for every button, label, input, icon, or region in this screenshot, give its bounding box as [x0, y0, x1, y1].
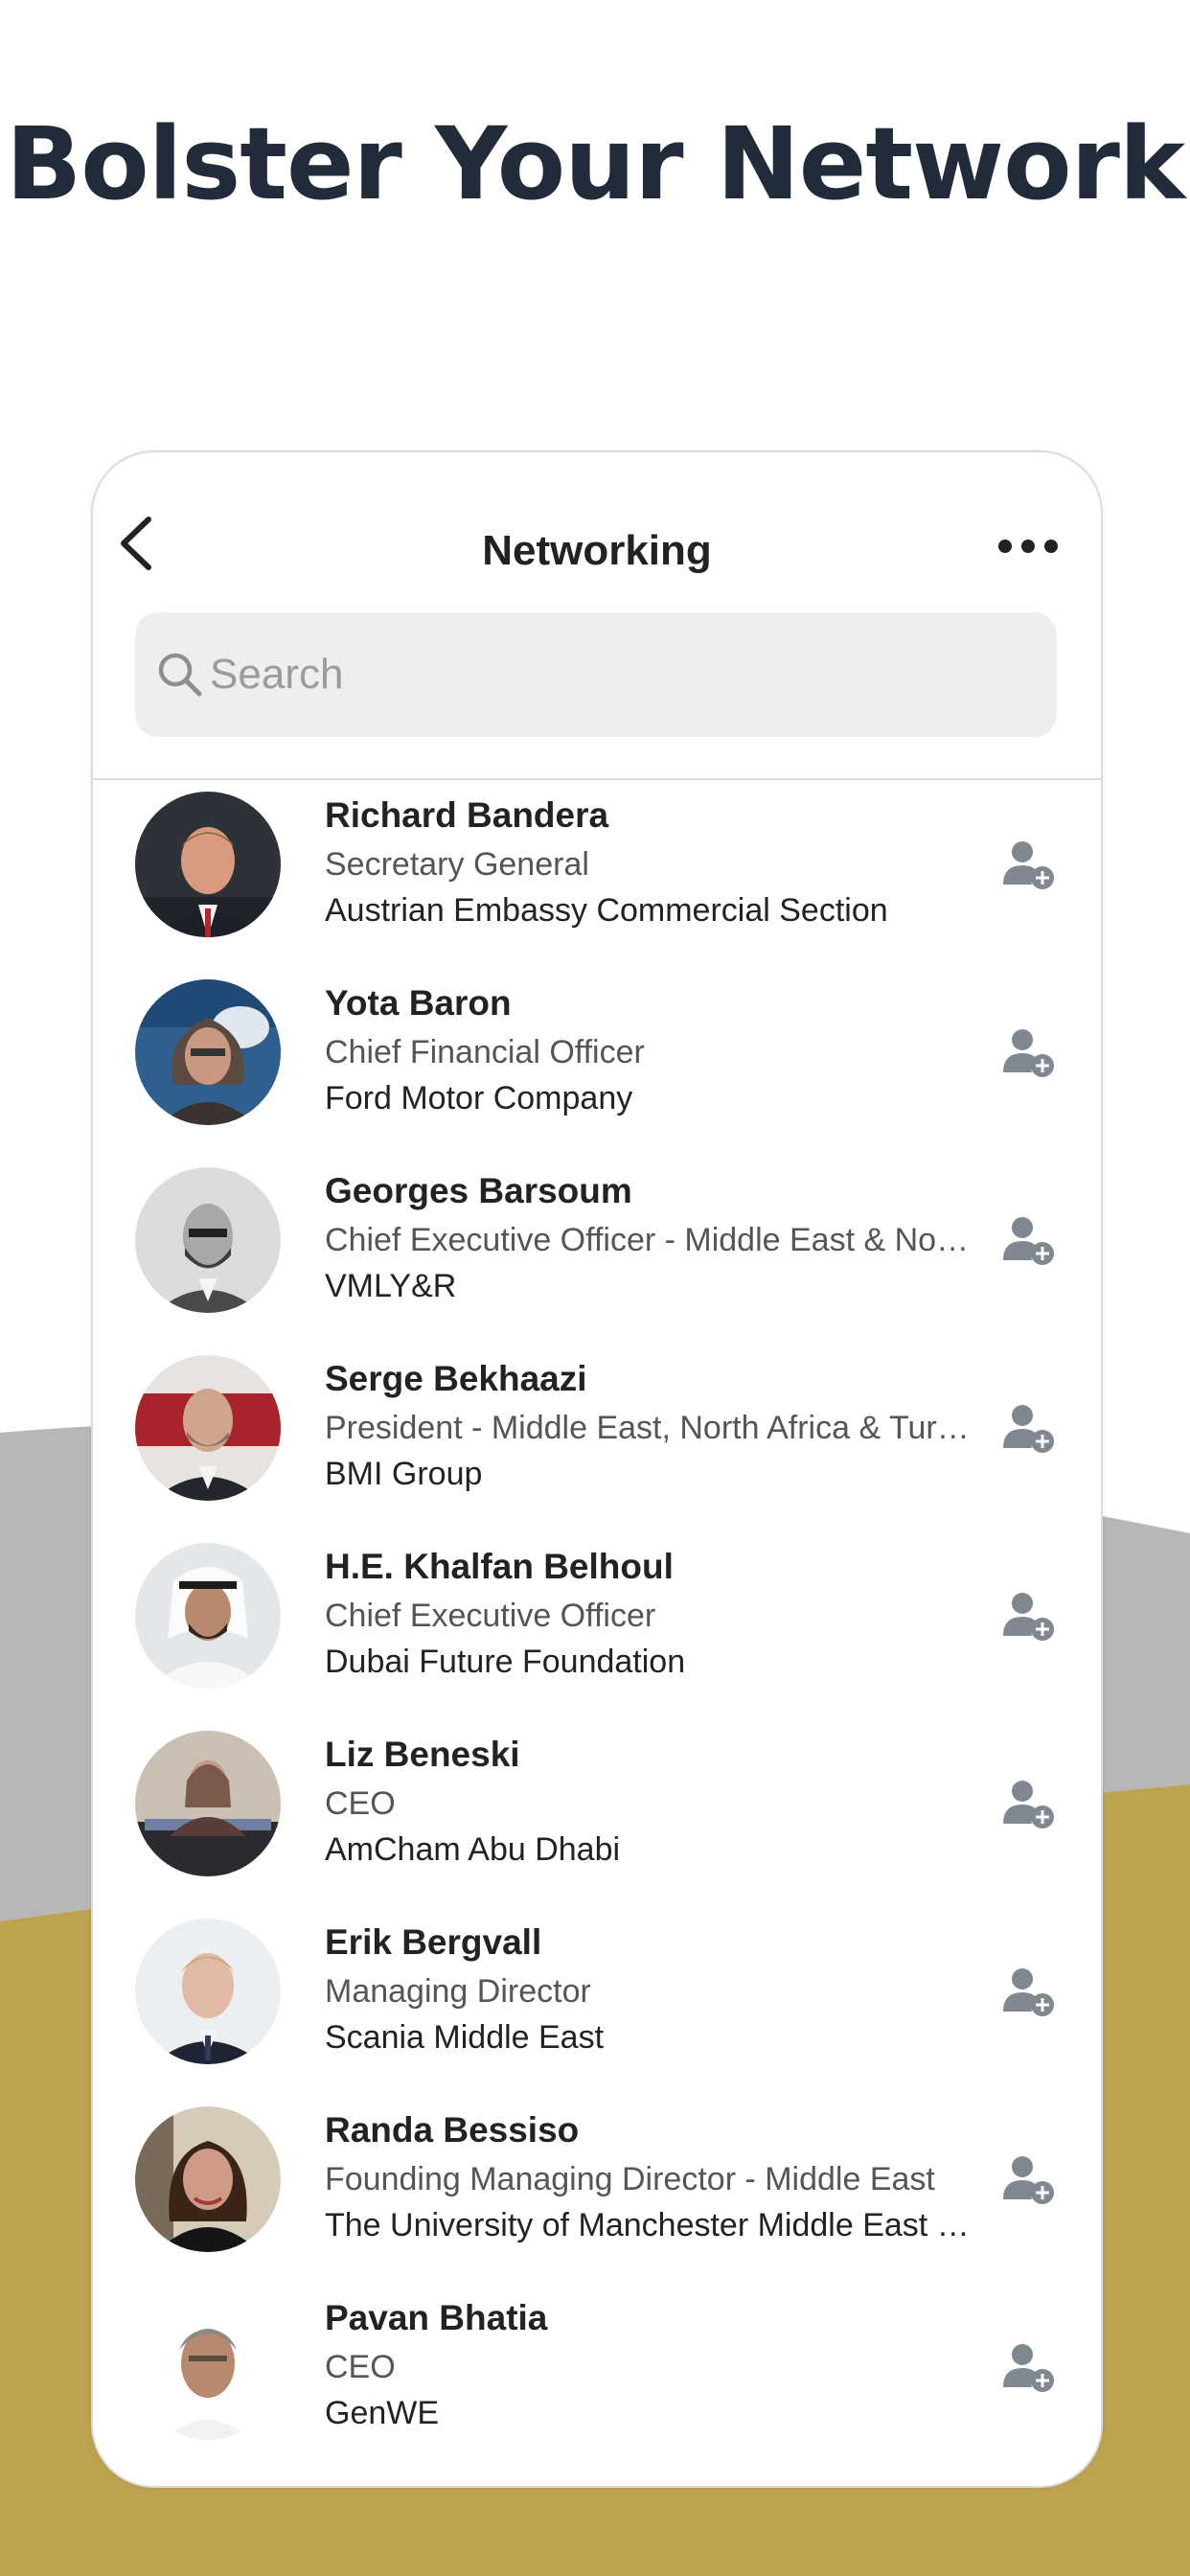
- contact-title: Chief Executive Officer: [325, 1598, 656, 1634]
- contact-list: Richard Bandera Secretary General Austri…: [93, 781, 1101, 2472]
- add-user-icon: [1003, 1593, 1054, 1641]
- add-contact-button[interactable]: [1003, 839, 1057, 892]
- contact-company: Ford Motor Company: [325, 1080, 633, 1116]
- nav-bar: Networking: [93, 452, 1101, 596]
- add-contact-button[interactable]: [1003, 1214, 1057, 1268]
- contact-company: Scania Middle East: [325, 2019, 605, 2056]
- contact-name: Serge Bekhaazi: [325, 1359, 587, 1398]
- add-user-icon: [1003, 1217, 1054, 1265]
- contact-row[interactable]: Serge Bekhaazi President - Middle East, …: [93, 1345, 1101, 1532]
- avatar: [135, 979, 281, 1125]
- avatar: [135, 1919, 281, 2064]
- page-headline: Bolster Your Network: [5, 105, 1185, 222]
- avatar: [135, 792, 281, 937]
- contact-title: CEO: [325, 1785, 396, 1822]
- avatar: [135, 2106, 281, 2252]
- page-title: Networking: [482, 527, 712, 574]
- contact-row[interactable]: Randa Bessiso Founding Managing Director…: [93, 2096, 1101, 2284]
- contact-row[interactable]: Erik Bergvall Managing Director Scania M…: [93, 1908, 1101, 2096]
- contact-title: Chief Financial Officer: [325, 1034, 645, 1070]
- contact-title: Chief Executive Officer - Middle East & …: [325, 1222, 976, 1258]
- contact-company: BMI Group: [325, 1456, 483, 1492]
- search-input[interactable]: [210, 612, 1034, 737]
- contact-name: Liz Beneski: [325, 1735, 520, 1774]
- contact-title: President - Middle East, North Africa & …: [325, 1410, 976, 1446]
- contact-title: CEO: [325, 2349, 396, 2385]
- add-contact-button[interactable]: [1003, 1778, 1057, 1831]
- contact-title: Founding Managing Director - Middle East: [325, 2161, 935, 2197]
- contact-company: Dubai Future Foundation: [325, 1644, 686, 1680]
- contact-name: Randa Bessiso: [325, 2110, 580, 2150]
- contact-company: VMLY&R: [325, 1268, 457, 1304]
- avatar: [135, 2294, 281, 2440]
- search-bar[interactable]: [135, 612, 1057, 737]
- add-contact-button[interactable]: [1003, 1966, 1057, 2019]
- contact-name: Georges Barsoum: [325, 1171, 632, 1210]
- contact-company: AmCham Abu Dhabi: [325, 1831, 621, 1868]
- avatar: [135, 1167, 281, 1313]
- add-user-icon: [1003, 2344, 1054, 2392]
- contact-company: The University of Manchester Middle East…: [325, 2207, 976, 2243]
- add-user-icon: [1003, 841, 1054, 889]
- more-button[interactable]: [994, 527, 1063, 565]
- avatar: [135, 1355, 281, 1501]
- contact-name: Richard Bandera: [325, 795, 609, 835]
- contact-company: Austrian Embassy Commercial Section: [325, 892, 888, 929]
- add-contact-button[interactable]: [1003, 1402, 1057, 1456]
- add-user-icon: [1003, 1405, 1054, 1453]
- contact-row[interactable]: Richard Bandera Secretary General Austri…: [93, 781, 1101, 969]
- contact-row[interactable]: Yota Baron Chief Financial Officer Ford …: [93, 969, 1101, 1157]
- avatar: [135, 1543, 281, 1689]
- add-user-icon: [1003, 1781, 1054, 1828]
- more-horizontal-icon: [998, 540, 1058, 553]
- add-contact-button[interactable]: [1003, 2341, 1057, 2395]
- add-contact-button[interactable]: [1003, 1590, 1057, 1644]
- contact-title: Secretary General: [325, 846, 589, 883]
- contact-row[interactable]: Georges Barsoum Chief Executive Officer …: [93, 1157, 1101, 1345]
- contact-row[interactable]: Liz Beneski CEO AmCham Abu Dhabi: [93, 1720, 1101, 1908]
- search-icon: [158, 653, 202, 697]
- contact-company: GenWE: [325, 2395, 440, 2431]
- contact-name: Pavan Bhatia: [325, 2298, 548, 2337]
- contact-name: H.E. Khalfan Belhoul: [325, 1547, 674, 1586]
- contact-name: Erik Bergvall: [325, 1922, 542, 1962]
- list-divider: [93, 778, 1101, 780]
- add-user-icon: [1003, 1968, 1054, 2016]
- add-contact-button[interactable]: [1003, 2153, 1057, 2207]
- avatar: [135, 1731, 281, 1876]
- add-user-icon: [1003, 1029, 1054, 1077]
- phone-frame: Networking Richard Bandera Secretary Gen…: [91, 450, 1103, 2488]
- contact-name: Yota Baron: [325, 983, 512, 1023]
- contact-row[interactable]: Pavan Bhatia CEO GenWE: [93, 2284, 1101, 2472]
- contact-title: Managing Director: [325, 1973, 591, 2010]
- add-contact-button[interactable]: [1003, 1026, 1057, 1080]
- add-user-icon: [1003, 2156, 1054, 2204]
- contact-row[interactable]: H.E. Khalfan Belhoul Chief Executive Off…: [93, 1532, 1101, 1720]
